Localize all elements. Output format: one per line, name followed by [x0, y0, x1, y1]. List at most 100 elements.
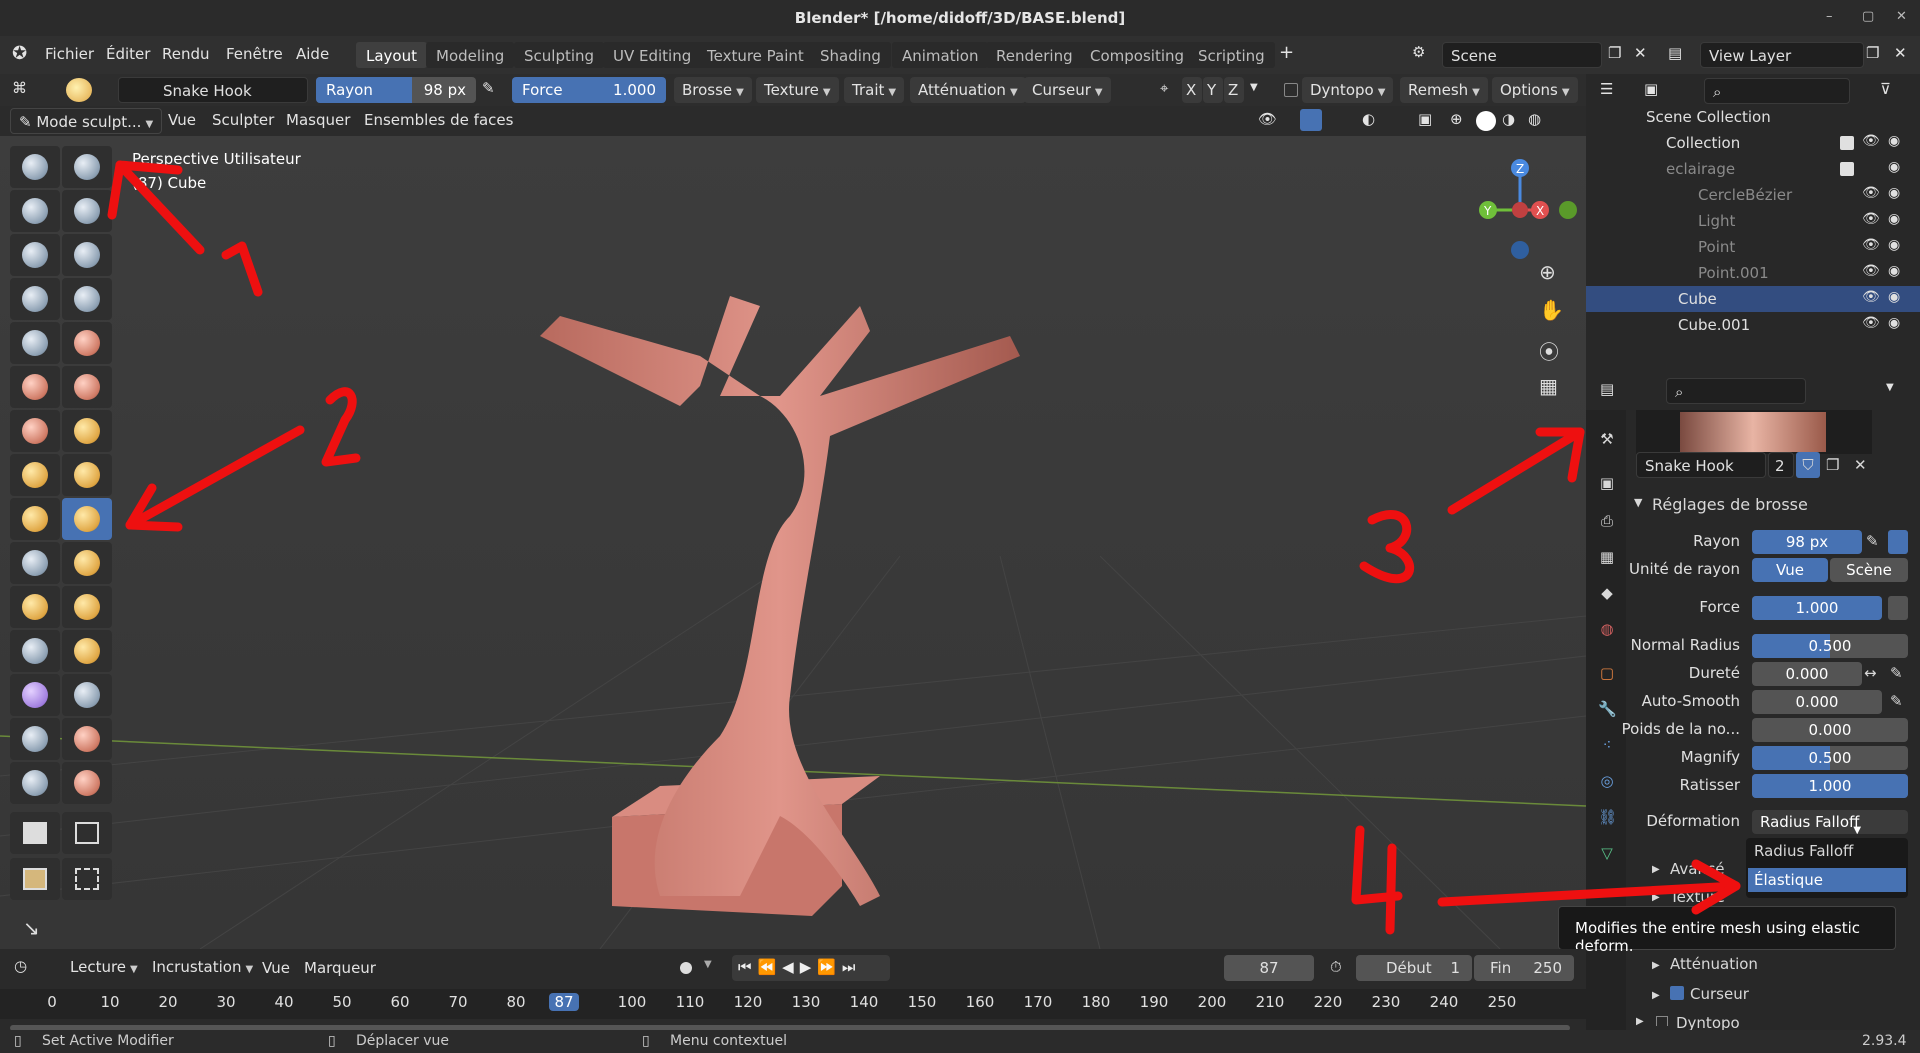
- tool-draw[interactable]: [10, 146, 60, 188]
- fake-user-shield-icon[interactable]: ⛉: [1796, 452, 1820, 478]
- option-elastic[interactable]: Élastique: [1748, 868, 1906, 892]
- radius-prop-field[interactable]: 98 px: [1752, 530, 1862, 554]
- tab-sculpting[interactable]: Sculpting: [514, 42, 605, 68]
- playback-menu[interactable]: Lecture ▼: [62, 954, 146, 980]
- duplicate-brush-icon[interactable]: ❐: [1826, 456, 1839, 474]
- new-scene-icon[interactable]: ❐: [1608, 44, 1621, 62]
- radius-pressure-icon[interactable]: ✎: [1866, 532, 1879, 550]
- scene-icon[interactable]: ⚙: [1412, 43, 1425, 61]
- perspective-grid-icon[interactable]: ▦: [1539, 374, 1558, 398]
- tool-draw-sharp[interactable]: [62, 146, 112, 188]
- menu-sculpt[interactable]: Sculpter: [212, 111, 274, 129]
- hardness-invert-icon[interactable]: ↔: [1864, 664, 1877, 682]
- auto-key-icon[interactable]: [680, 962, 692, 974]
- mode-selector[interactable]: ✎ Mode sculpt... ▼: [10, 108, 163, 134]
- tool-simplify[interactable]: [62, 674, 112, 716]
- remesh-menu[interactable]: Remesh ▼: [1400, 77, 1488, 103]
- dyntopo-checkbox[interactable]: [1284, 83, 1298, 97]
- stroke-menu[interactable]: Trait ▼: [844, 77, 905, 103]
- tool-transform[interactable]: [62, 858, 112, 900]
- tool-scrape[interactable]: [10, 410, 60, 452]
- delete-scene-icon[interactable]: ✕: [1634, 44, 1647, 62]
- rendered-shading-icon[interactable]: ◍: [1528, 110, 1541, 128]
- outliner-row-collection[interactable]: Collection 👁 ◉: [1586, 130, 1920, 156]
- outliner-row-scene-collection[interactable]: Scene Collection: [1586, 104, 1920, 130]
- options-menu[interactable]: Options ▼: [1492, 77, 1578, 103]
- properties-options-icon[interactable]: ▼: [1886, 382, 1894, 393]
- force-prop-field[interactable]: 1.000: [1752, 596, 1882, 620]
- outliner-row-eclairage[interactable]: eclairage ◉: [1586, 156, 1920, 182]
- eye-icon[interactable]: 👁: [1862, 315, 1880, 331]
- menu-mask[interactable]: Masquer: [286, 111, 350, 129]
- tool-grab[interactable]: [62, 454, 112, 496]
- menu-render[interactable]: Rendu: [162, 45, 210, 63]
- keying-menu[interactable]: Incrustation ▼: [144, 954, 261, 980]
- advanced-expand-icon[interactable]: ▶: [1652, 864, 1660, 875]
- outliner-row-light[interactable]: Light 👁 ◉: [1586, 208, 1920, 234]
- eye-icon[interactable]: 👁: [1862, 133, 1880, 149]
- texture-menu[interactable]: Texture ▼: [756, 77, 839, 103]
- playback-controls[interactable]: ⏮⏪◀▶⏩⏭: [732, 955, 890, 981]
- outliner-display-icon[interactable]: ▣: [1644, 80, 1658, 98]
- view-layer-icon[interactable]: ▤: [1668, 44, 1682, 62]
- cursor-expand-icon[interactable]: ▶: [1652, 990, 1660, 1001]
- tool-cloth[interactable]: [10, 674, 60, 716]
- normal-weight-field[interactable]: 0.000: [1752, 718, 1908, 742]
- tool-boundary[interactable]: [62, 630, 112, 672]
- dyntopo-expand-icon[interactable]: ▶: [1636, 1016, 1644, 1027]
- render-camera-icon[interactable]: ◉: [1888, 237, 1900, 253]
- render-camera-icon[interactable]: ◉: [1888, 159, 1900, 175]
- tool-tab-icon[interactable]: ⚒: [1598, 430, 1616, 448]
- brush-user-count[interactable]: 2: [1768, 452, 1794, 478]
- outliner-search[interactable]: ⌕: [1704, 78, 1850, 104]
- start-frame-field[interactable]: Début 1: [1356, 955, 1472, 981]
- tool-layer[interactable]: [62, 234, 112, 276]
- normal-radius-field[interactable]: 0.500: [1752, 634, 1908, 658]
- menu-face-sets[interactable]: Ensembles de faces: [364, 111, 513, 129]
- brush-preview[interactable]: [1636, 410, 1872, 454]
- filter-icon[interactable]: ⊽: [1880, 80, 1891, 98]
- tool-smooth[interactable]: [62, 322, 112, 364]
- preview-range-icon[interactable]: ⏱: [1330, 958, 1342, 976]
- outliner-row-cube[interactable]: Cube 👁 ◉: [1586, 286, 1920, 312]
- menu-file[interactable]: Fichier: [45, 45, 94, 63]
- cursor-menu[interactable]: Curseur ▼: [1024, 77, 1111, 103]
- texture-subpanel[interactable]: Texture: [1670, 888, 1725, 906]
- auto-smooth-field[interactable]: 0.000: [1752, 690, 1882, 714]
- render-camera-icon[interactable]: ◉: [1888, 263, 1900, 279]
- close-icon[interactable]: ✕: [1896, 9, 1907, 24]
- tool-draw-face-sets[interactable]: [62, 718, 112, 760]
- brush-settings-panel-header[interactable]: ▼ Réglages de brosse: [1630, 492, 1920, 520]
- tool-annotate[interactable]: ↘: [10, 906, 60, 948]
- radius-slider[interactable]: Rayon 98 px: [316, 77, 476, 103]
- xray-icon[interactable]: ▣: [1418, 110, 1432, 128]
- tab-animation[interactable]: Animation: [892, 42, 989, 68]
- auto-smooth-pressure-icon[interactable]: ✎: [1890, 692, 1903, 710]
- tool-multires-displacement[interactable]: [10, 762, 60, 804]
- axis-y-button[interactable]: Y: [1203, 77, 1223, 103]
- symmetry-icon[interactable]: ⌖: [1160, 79, 1168, 97]
- tool-paint[interactable]: [62, 762, 112, 804]
- tool-rotate[interactable]: [62, 586, 112, 628]
- brush-name-field[interactable]: Snake Hook: [118, 77, 308, 103]
- advanced-subpanel[interactable]: Avancé: [1670, 860, 1724, 878]
- tool-pinch[interactable]: [10, 454, 60, 496]
- eye-icon[interactable]: 👁: [1862, 263, 1880, 279]
- axis-x-button[interactable]: X: [1182, 77, 1202, 103]
- falloff-subpanel[interactable]: Atténuation: [1670, 955, 1758, 973]
- dyntopo-subpanel[interactable]: Dyntopo: [1676, 1014, 1740, 1030]
- render-camera-icon[interactable]: ◉: [1888, 289, 1900, 305]
- radius-unit-scene-button[interactable]: Scène: [1830, 558, 1908, 582]
- force-slider[interactable]: Force 1.000: [512, 77, 666, 103]
- tab-compositing[interactable]: Compositing: [1080, 42, 1195, 68]
- tool-box-mask[interactable]: [10, 812, 60, 854]
- tab-uv-editing[interactable]: UV Editing: [603, 42, 702, 68]
- hardness-field[interactable]: 0.000: [1752, 662, 1862, 686]
- marker-menu[interactable]: Marqueur: [304, 959, 376, 977]
- zoom-icon[interactable]: ⊕: [1539, 260, 1556, 284]
- navigation-gizmo[interactable]: Z Y X: [1460, 146, 1580, 266]
- outliner-row-cerclebezier[interactable]: CercleBézier 👁 ◉: [1586, 182, 1920, 208]
- tab-rendering[interactable]: Rendering: [986, 42, 1083, 68]
- overlay-icon[interactable]: ◐: [1362, 110, 1375, 128]
- tool-snake-hook[interactable]: [62, 498, 112, 540]
